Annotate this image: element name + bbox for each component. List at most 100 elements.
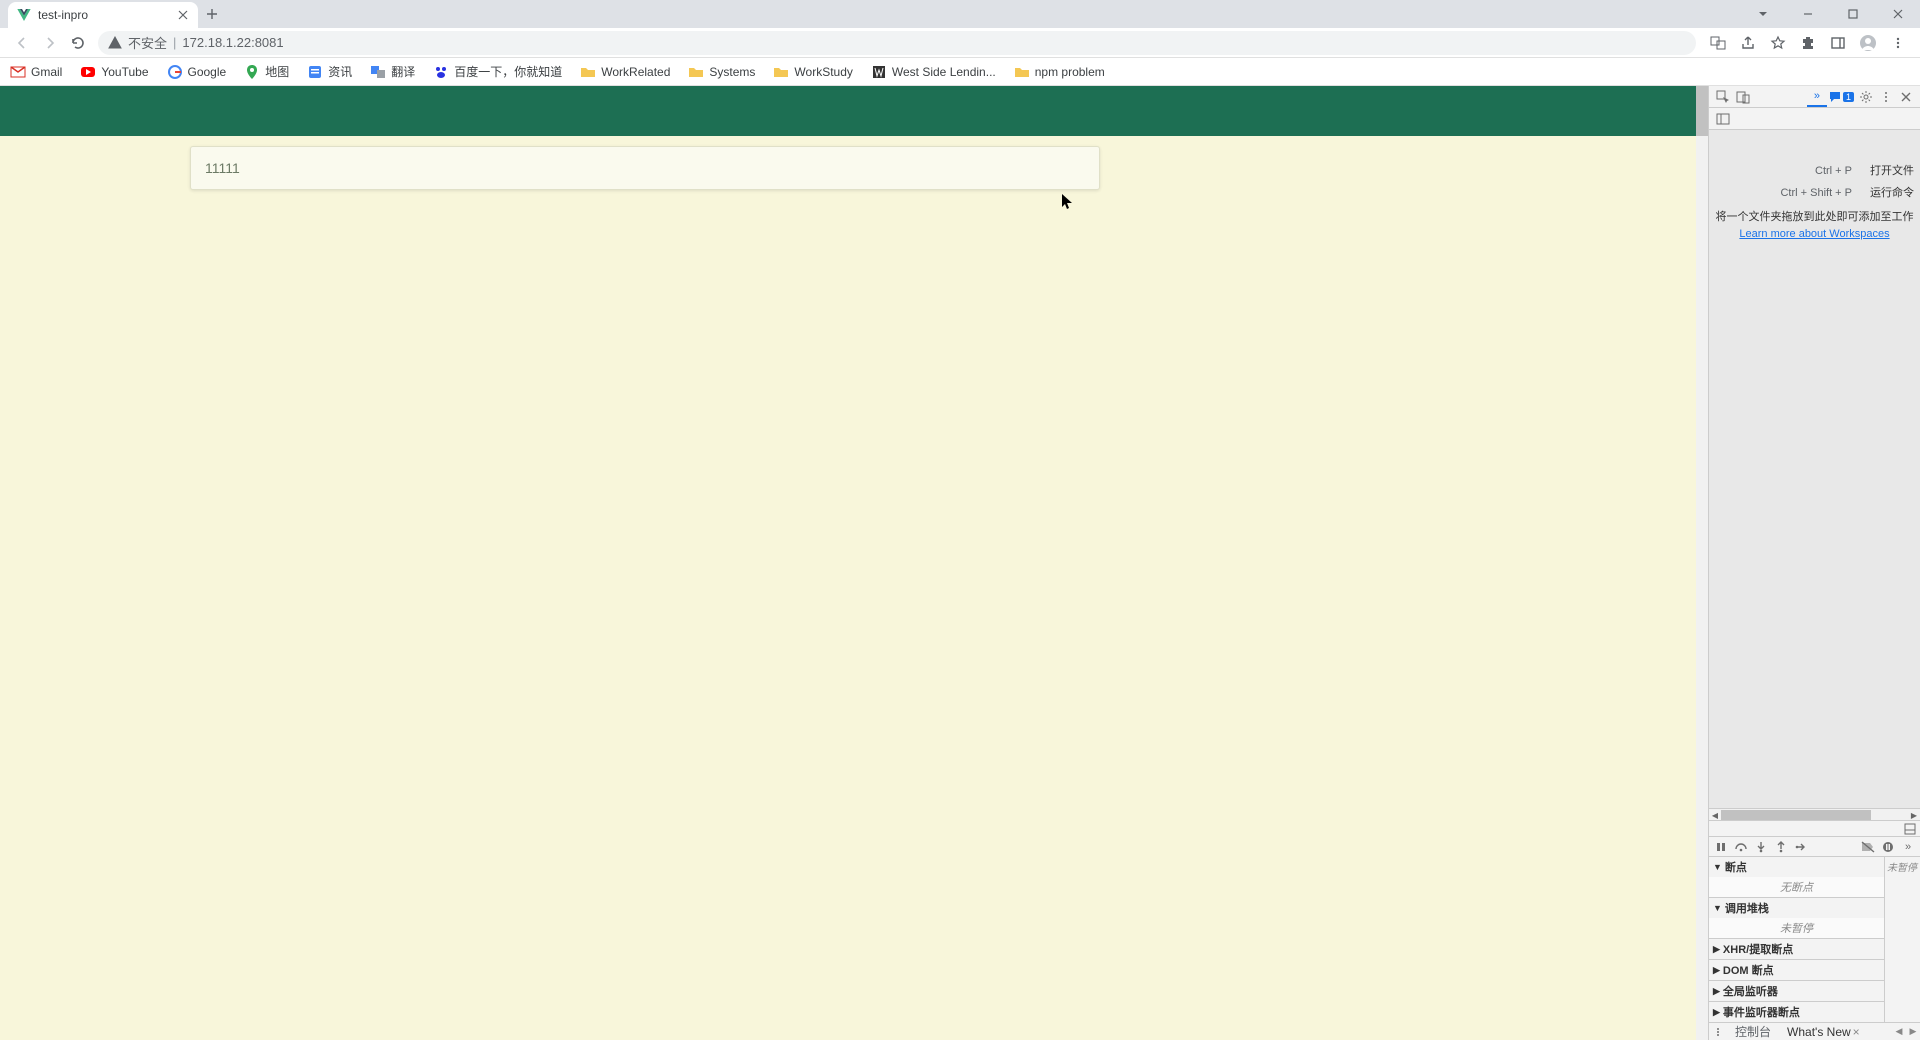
page-viewport: 11111 xyxy=(0,86,1708,1040)
youtube-icon xyxy=(80,64,96,80)
tab-search-button[interactable] xyxy=(1740,0,1785,28)
browser-tab-bar: test-inpro xyxy=(0,0,1920,28)
hint-drop-folder: 将一个文件夹拖放到此处即可添加至工作 xyxy=(1715,208,1914,224)
bookmark-workrelated[interactable]: WorkRelated xyxy=(580,64,670,80)
window-maximize-button[interactable] xyxy=(1830,0,1875,28)
device-toggle-icon[interactable] xyxy=(1733,87,1753,107)
page-vertical-scrollbar[interactable] xyxy=(1696,86,1708,1040)
devtools-panel: » 1 Ctrl + P打开文件 Ctrl + Shift + P运行命令 将一… xyxy=(1708,86,1920,1040)
deactivate-breakpoints-icon[interactable] xyxy=(1858,838,1878,856)
bookmark-youtube[interactable]: YouTube xyxy=(80,64,148,80)
tab-title: test-inpro xyxy=(38,8,176,22)
xhr-section[interactable]: ▶XHR/提取断点 xyxy=(1709,938,1884,959)
step-into-icon[interactable] xyxy=(1751,838,1771,856)
scroll-right-icon[interactable]: ▶ xyxy=(1908,809,1920,821)
site-icon xyxy=(871,64,887,80)
nav-back-button[interactable] xyxy=(8,29,36,57)
drawer-whatsnew-tab[interactable]: What's New× xyxy=(1779,1023,1868,1041)
bookmark-westside[interactable]: West Side Lendin... xyxy=(871,64,996,80)
global-listeners-section[interactable]: ▶全局监听器 xyxy=(1709,980,1884,1001)
separator: | xyxy=(173,35,176,50)
scrollbar-thumb[interactable] xyxy=(1696,86,1708,136)
extensions-icon[interactable] xyxy=(1794,29,1822,57)
bookmark-systems[interactable]: Systems xyxy=(688,64,755,80)
tab-close-icon[interactable] xyxy=(176,8,190,22)
insecure-icon xyxy=(108,36,122,50)
scrollbar-thumb[interactable] xyxy=(1721,810,1871,820)
step-over-icon[interactable] xyxy=(1731,838,1751,856)
devtools-sources-body: Ctrl + P打开文件 Ctrl + Shift + P运行命令 将一个文件夹… xyxy=(1709,130,1920,808)
bookmark-gmail[interactable]: Gmail xyxy=(10,64,62,80)
settings-gear-icon[interactable] xyxy=(1856,87,1876,107)
devtools-horizontal-scrollbar[interactable]: ◀ ▶ xyxy=(1709,808,1920,820)
dom-breakpoints-section[interactable]: ▶DOM 断点 xyxy=(1709,959,1884,980)
share-icon[interactable] xyxy=(1734,29,1762,57)
drawer-menu-icon[interactable] xyxy=(1709,1027,1727,1037)
bookmark-npm[interactable]: npm problem xyxy=(1014,64,1105,80)
mouse-cursor-icon xyxy=(1062,194,1074,210)
devtools-menu-icon[interactable] xyxy=(1876,87,1896,107)
more-tabs-icon[interactable]: » xyxy=(1807,87,1827,107)
translate-bm-icon xyxy=(370,64,386,80)
devtools-close-icon[interactable] xyxy=(1896,87,1916,107)
sources-navigator-icon[interactable] xyxy=(1713,109,1733,129)
drawer-console-tab[interactable]: 控制台 xyxy=(1727,1023,1779,1041)
bookmark-star-icon[interactable] xyxy=(1764,29,1792,57)
window-minimize-button[interactable] xyxy=(1785,0,1830,28)
address-bar: 不安全 | 172.18.1.22:8081 xyxy=(0,28,1920,58)
breakpoints-section[interactable]: ▼断点 无断点 xyxy=(1709,856,1884,897)
security-label: 不安全 xyxy=(128,33,167,52)
hint-run-command: Ctrl + Shift + P运行命令 xyxy=(1715,182,1914,204)
drawer-scroll-right-icon[interactable]: ▶ xyxy=(1906,1026,1920,1037)
devtools-toolbar: » 1 xyxy=(1709,86,1920,108)
debug-controls-bar: » xyxy=(1709,836,1920,856)
folder-icon xyxy=(688,64,704,80)
hint-open-file: Ctrl + P打开文件 xyxy=(1715,160,1914,182)
devtools-expand-icon[interactable] xyxy=(1709,820,1920,836)
bookmark-maps[interactable]: 地图 xyxy=(244,63,289,80)
messages-button[interactable]: 1 xyxy=(1829,91,1854,103)
nav-reload-button[interactable] xyxy=(64,29,92,57)
devtools-subtoolbar xyxy=(1709,108,1920,130)
devtools-drawer: 控制台 What's New× ◀ ▶ xyxy=(1709,1022,1920,1040)
workspaces-learn-link[interactable]: Learn more about Workspaces xyxy=(1715,228,1914,240)
debug-more-icon[interactable]: » xyxy=(1898,838,1918,856)
browser-tab[interactable]: test-inpro xyxy=(8,2,198,28)
gmail-icon xyxy=(10,64,26,80)
window-close-button[interactable] xyxy=(1875,0,1920,28)
page-input-box[interactable]: 11111 xyxy=(190,146,1100,190)
bookmark-translate[interactable]: 翻译 xyxy=(370,63,415,80)
window-controls xyxy=(1740,0,1920,28)
folder-icon xyxy=(1014,64,1030,80)
step-out-icon[interactable] xyxy=(1771,838,1791,856)
scroll-left-icon[interactable]: ◀ xyxy=(1709,809,1721,821)
pause-on-exceptions-icon[interactable] xyxy=(1878,838,1898,856)
maps-icon xyxy=(244,64,260,80)
page-box-text: 11111 xyxy=(205,160,240,176)
folder-icon xyxy=(580,64,596,80)
drawer-scroll-left-icon[interactable]: ◀ xyxy=(1892,1026,1906,1037)
nav-forward-button[interactable] xyxy=(36,29,64,57)
inspect-element-icon[interactable] xyxy=(1713,87,1733,107)
callstack-section[interactable]: ▼调用堆栈 未暂停 xyxy=(1709,897,1884,938)
chrome-menu-icon[interactable] xyxy=(1884,29,1912,57)
bookmark-google[interactable]: Google xyxy=(167,64,227,80)
translate-icon[interactable] xyxy=(1704,29,1732,57)
profile-avatar-icon[interactable] xyxy=(1854,29,1882,57)
new-tab-button[interactable] xyxy=(198,0,226,28)
sidepanel-icon[interactable] xyxy=(1824,29,1852,57)
event-listener-breakpoints-section[interactable]: ▶事件监听器断点 xyxy=(1709,1001,1884,1022)
bookmarks-bar: Gmail YouTube Google 地图 资讯 翻译 百度一下，你就知道 … xyxy=(0,58,1920,86)
close-icon[interactable]: × xyxy=(1853,1025,1860,1039)
step-icon[interactable] xyxy=(1791,838,1811,856)
address-field[interactable]: 不安全 | 172.18.1.22:8081 xyxy=(98,31,1696,55)
bookmark-workstudy[interactable]: WorkStudy xyxy=(773,64,852,80)
debug-sidebar: ▼断点 无断点 ▼调用堆栈 未暂停 ▶XHR/提取断点 ▶DOM 断点 ▶全局监… xyxy=(1709,856,1920,1022)
bookmark-baidu[interactable]: 百度一下，你就知道 xyxy=(433,63,562,80)
news-icon xyxy=(307,64,323,80)
page-green-header xyxy=(0,86,1708,136)
google-icon xyxy=(167,64,183,80)
pause-icon[interactable] xyxy=(1711,838,1731,856)
bookmark-news[interactable]: 资讯 xyxy=(307,63,352,80)
baidu-icon xyxy=(433,64,449,80)
